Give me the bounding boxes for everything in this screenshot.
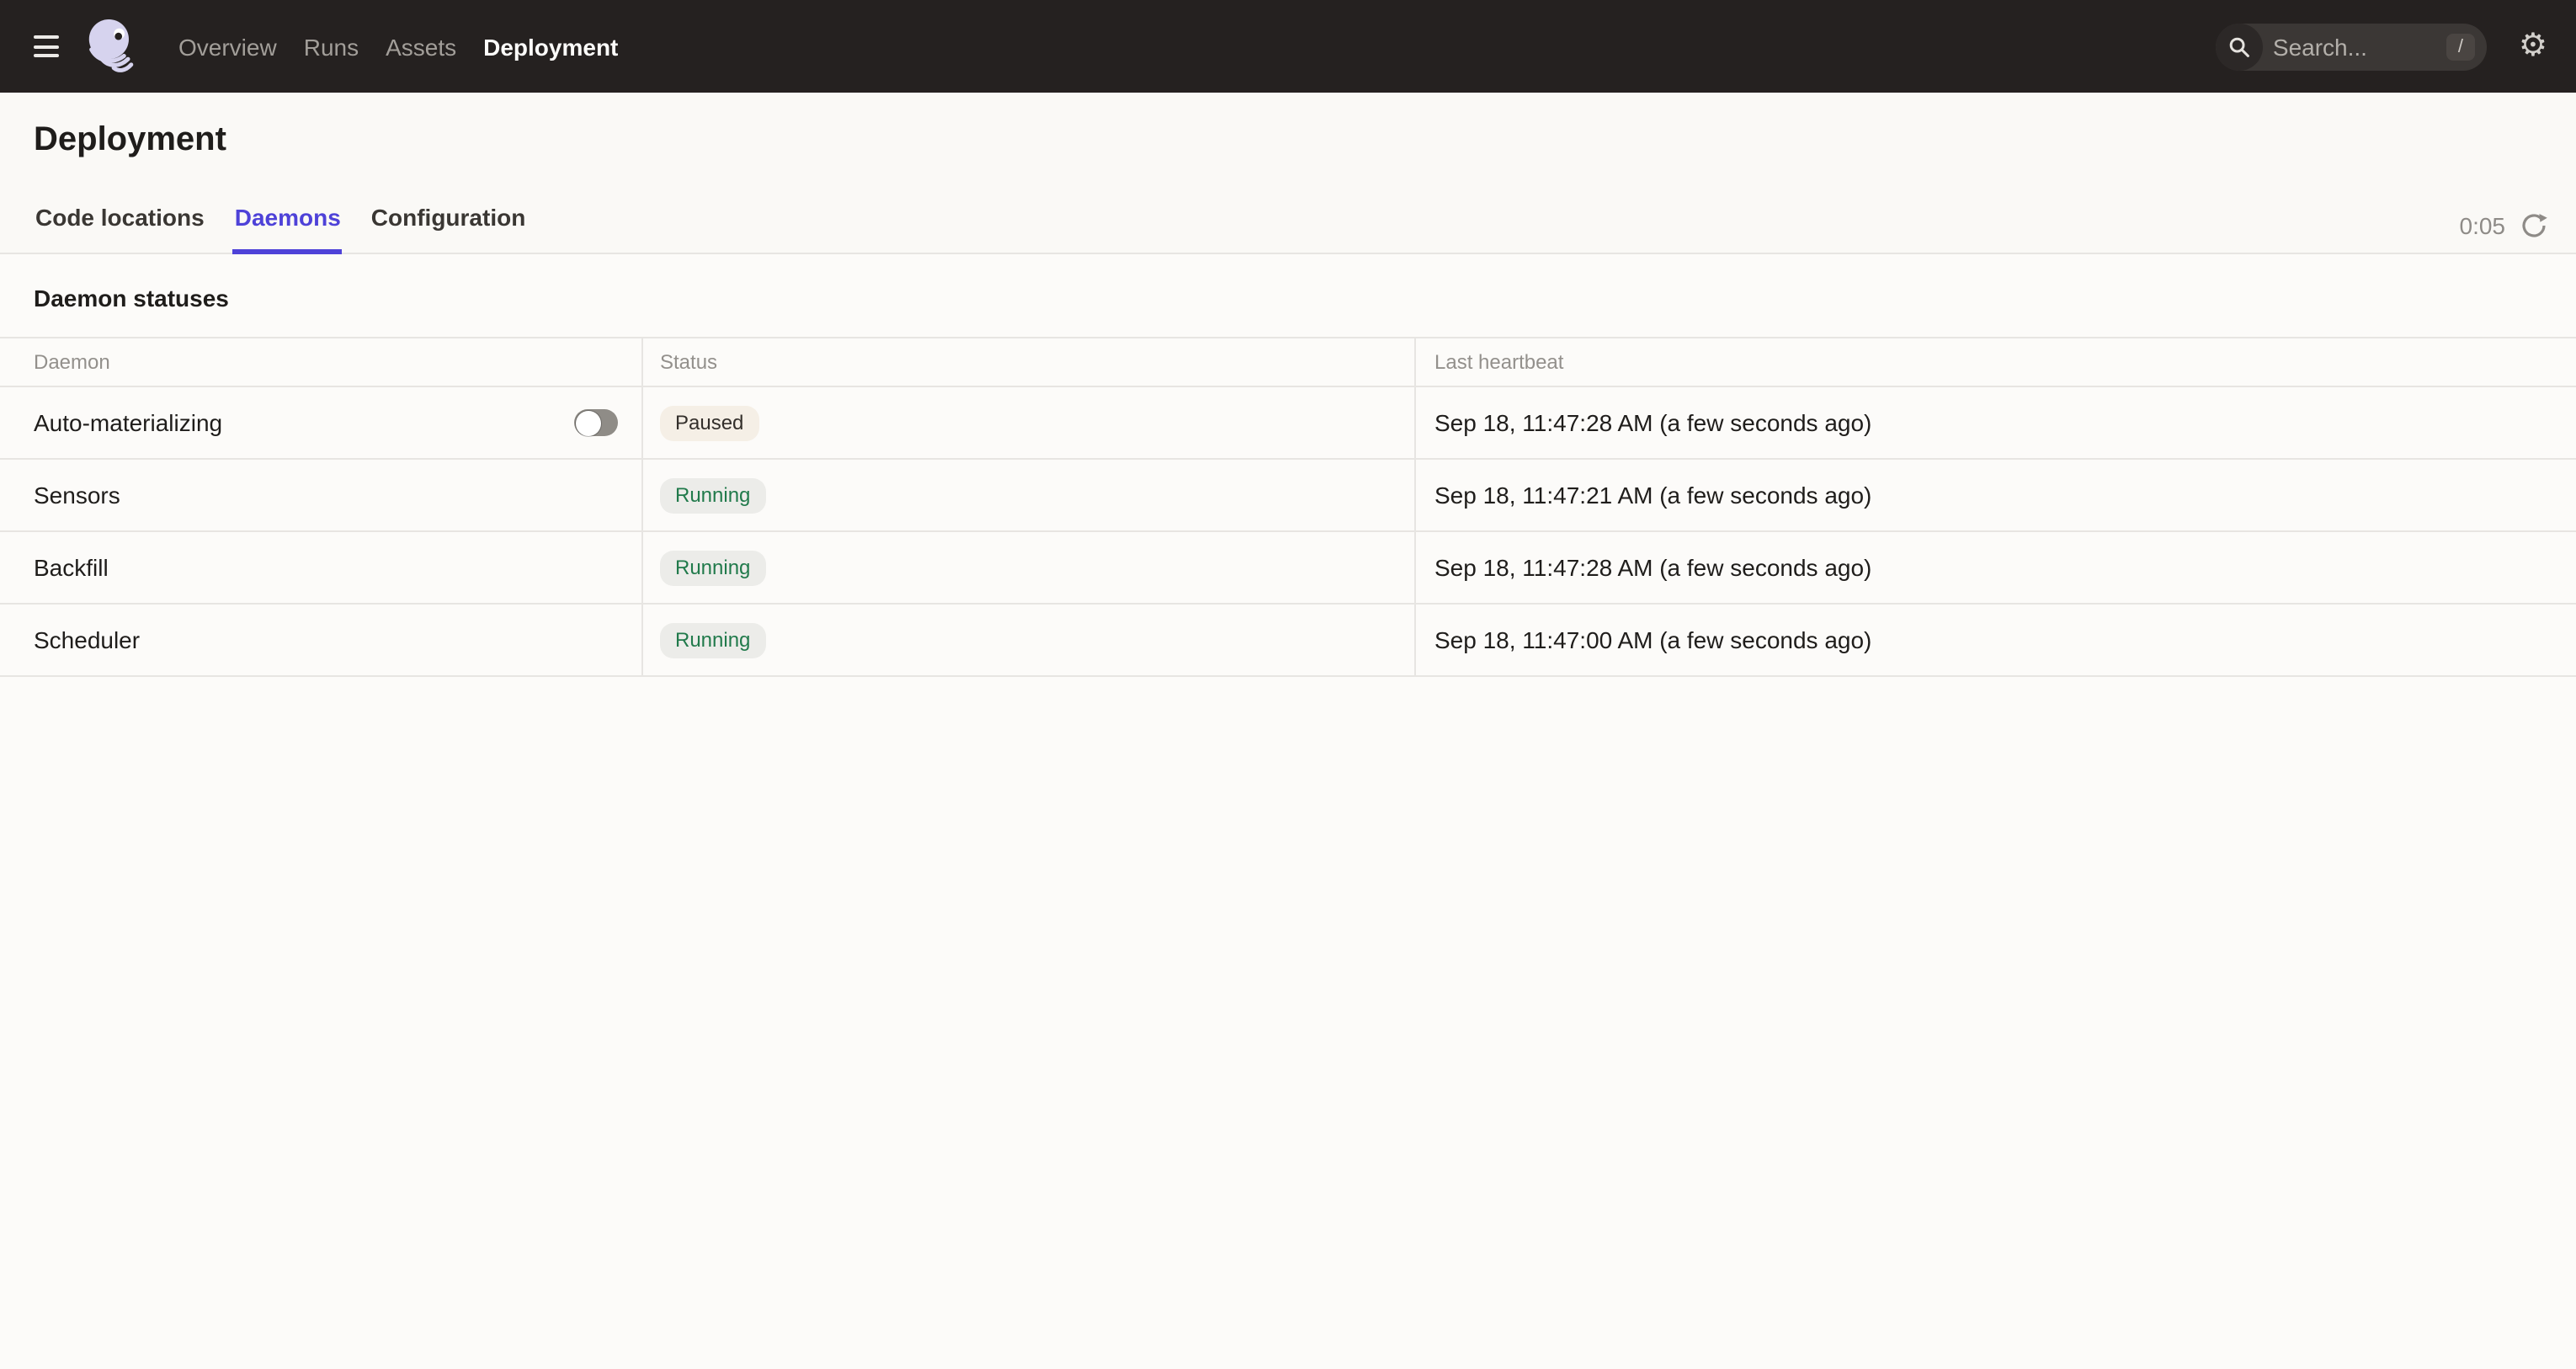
search-icon [2216, 23, 2263, 70]
gear-icon[interactable]: ⚙ [2519, 30, 2547, 62]
status-badge: Paused [660, 405, 758, 440]
app-window: Overview Runs Assets Deployment / ⚙ Depl… [0, 0, 2576, 1369]
dagster-logo-icon [86, 18, 143, 75]
last-heartbeat: Sep 18, 11:47:28 AM (a few seconds ago) [1416, 387, 2576, 460]
hamburger-menu-icon[interactable] [34, 35, 61, 57]
status-badge: Running [660, 622, 765, 658]
nav-link-overview[interactable]: Overview [178, 33, 277, 60]
topnav-right-cluster: / ⚙ [2216, 23, 2547, 70]
top-navigation-bar: Overview Runs Assets Deployment / ⚙ [0, 0, 2576, 93]
daemon-name: Auto-materializing [34, 409, 222, 436]
refresh-icon[interactable] [2520, 212, 2547, 239]
search-input[interactable] [2263, 33, 2446, 60]
daemon-toggle[interactable] [574, 409, 618, 436]
daemon-status-table: Daemon Status Last heartbeat Auto-materi… [0, 337, 2576, 677]
table-body: Auto-materializing Paused Sep 18, 11:47:… [0, 387, 2576, 677]
table-header-row: Daemon Status Last heartbeat [0, 337, 2576, 387]
page-header: Deployment Code locations Daemons Config… [0, 93, 2576, 254]
page-title: Deployment [0, 93, 2576, 160]
column-header-daemon: Daemon [0, 338, 643, 387]
search-box[interactable]: / [2216, 23, 2487, 70]
last-heartbeat: Sep 18, 11:47:28 AM (a few seconds ago) [1416, 532, 2576, 605]
tab-bar: Code locations Daemons Configuration [34, 194, 527, 253]
daemon-name: Scheduler [34, 626, 140, 653]
column-header-status: Status [643, 338, 1416, 387]
status-badge: Running [660, 550, 765, 585]
tab-configuration[interactable]: Configuration [370, 194, 528, 253]
tab-code-locations[interactable]: Code locations [34, 194, 206, 253]
daemon-name: Sensors [34, 482, 120, 509]
section-heading: Daemon statuses [0, 254, 2576, 337]
slash-shortcut-badge: / [2446, 33, 2475, 60]
last-heartbeat: Sep 18, 11:47:00 AM (a few seconds ago) [1416, 605, 2576, 677]
toggle-knob [575, 410, 600, 435]
table-row: Backfill Running Sep 18, 11:47:28 AM (a … [0, 532, 2576, 605]
tab-daemons[interactable]: Daemons [233, 194, 343, 253]
nav-links: Overview Runs Assets Deployment [178, 33, 618, 60]
column-header-last-heartbeat: Last heartbeat [1416, 338, 2576, 387]
last-heartbeat: Sep 18, 11:47:21 AM (a few seconds ago) [1416, 460, 2576, 532]
table-row: Sensors Running Sep 18, 11:47:21 AM (a f… [0, 460, 2576, 532]
refresh-area: 0:05 [2460, 212, 2548, 239]
nav-link-deployment[interactable]: Deployment [483, 33, 618, 60]
refresh-countdown: 0:05 [2460, 212, 2506, 239]
nav-link-assets[interactable]: Assets [386, 33, 456, 60]
table-row: Scheduler Running Sep 18, 11:47:00 AM (a… [0, 605, 2576, 677]
status-badge: Running [660, 477, 765, 513]
table-row: Auto-materializing Paused Sep 18, 11:47:… [0, 387, 2576, 460]
daemon-name: Backfill [34, 554, 109, 581]
nav-link-runs[interactable]: Runs [304, 33, 359, 60]
